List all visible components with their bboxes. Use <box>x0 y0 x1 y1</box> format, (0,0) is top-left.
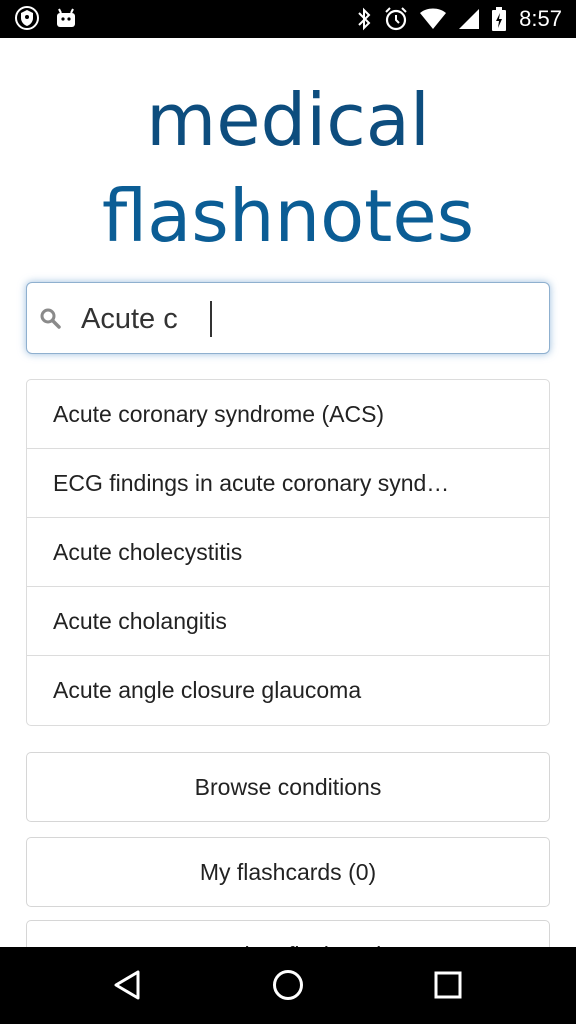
home-icon[interactable] <box>270 967 306 1003</box>
signal-icon <box>457 7 481 31</box>
random-flashcard-button[interactable]: Random flashcard <box>26 920 550 947</box>
logo-line-flashnotes: flashnotes <box>101 174 475 258</box>
navigation-bar <box>0 947 576 1024</box>
wifi-icon <box>419 7 447 31</box>
search-icon <box>39 307 63 331</box>
logo-line-medical: medical <box>146 78 430 162</box>
alarm-icon <box>383 6 409 32</box>
recents-icon[interactable] <box>430 967 466 1003</box>
bluetooth-icon <box>355 6 373 32</box>
status-bar: 8:57 <box>0 0 576 38</box>
list-item[interactable]: ECG findings in acute coronary synd… <box>27 449 549 518</box>
battery-icon <box>491 6 507 32</box>
back-icon[interactable] <box>110 967 146 1003</box>
list-item[interactable]: Acute cholecystitis <box>27 518 549 587</box>
list-item[interactable]: Acute cholangitis <box>27 587 549 656</box>
shield-icon <box>14 5 40 31</box>
my-flashcards-button[interactable]: My flashcards (0) <box>26 837 550 907</box>
list-item[interactable]: Acute angle closure glaucoma <box>27 656 549 725</box>
main-content: medical flashnotes Acute coronary syndro… <box>0 38 576 947</box>
browse-conditions-button[interactable]: Browse conditions <box>26 752 550 822</box>
search-box[interactable] <box>26 282 550 354</box>
text-caret <box>210 301 212 337</box>
list-item[interactable]: Acute coronary syndrome (ACS) <box>27 380 549 449</box>
android-icon <box>54 6 78 30</box>
app-logo: medical flashnotes <box>0 72 576 264</box>
search-results-list: Acute coronary syndrome (ACS) ECG findin… <box>26 379 550 726</box>
status-time: 8:57 <box>519 6 562 31</box>
search-input[interactable] <box>81 297 531 341</box>
